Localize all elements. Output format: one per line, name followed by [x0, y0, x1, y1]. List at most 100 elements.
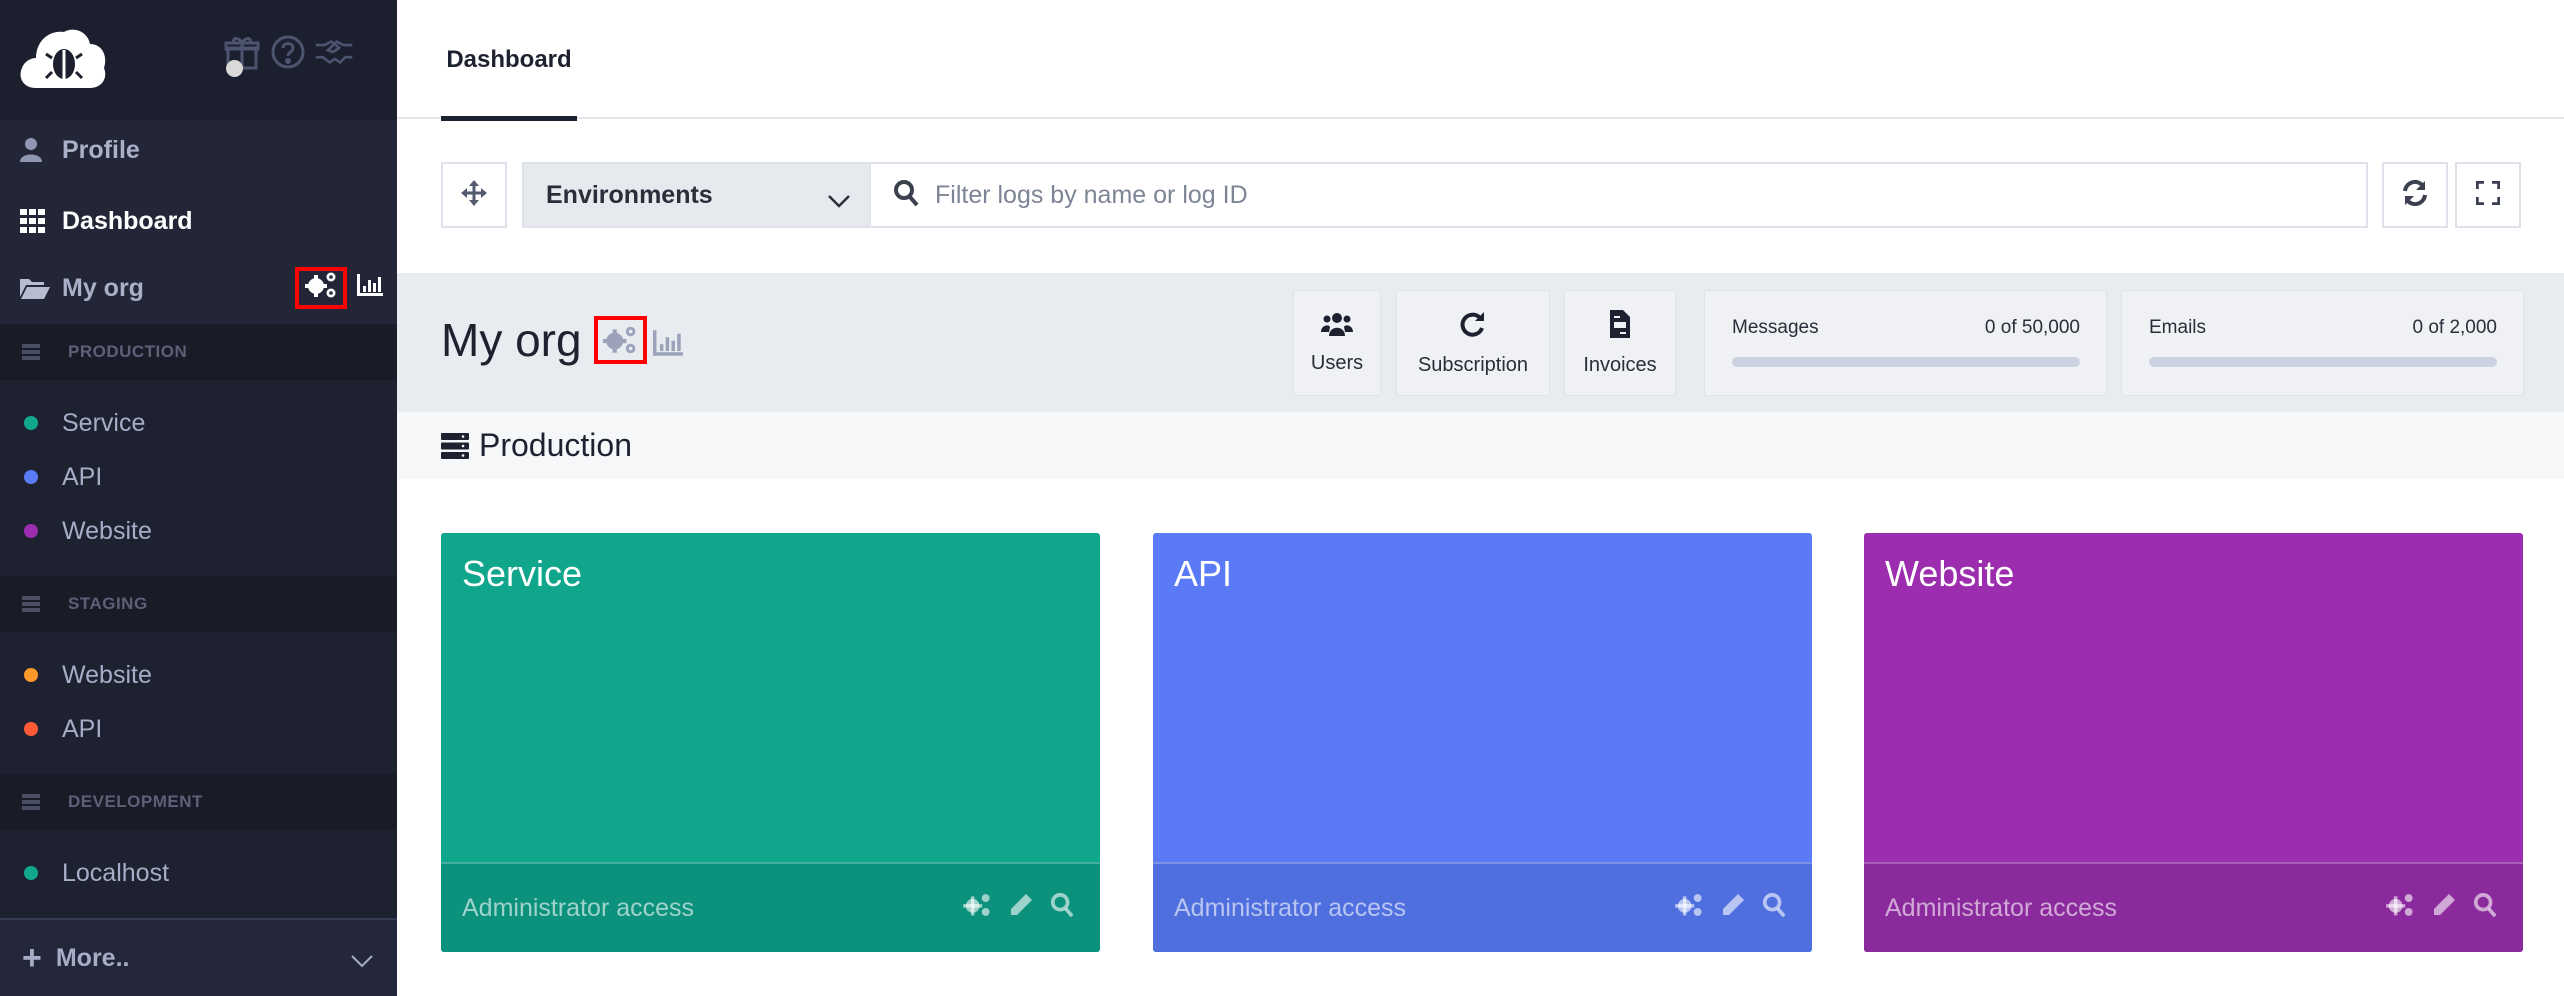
fullscreen-button[interactable] — [2455, 162, 2521, 228]
emails-usage: Emails 0 of 2,000 — [2121, 290, 2524, 396]
env-item[interactable]: API — [0, 704, 397, 754]
logo-icon[interactable] — [18, 24, 108, 90]
card-title: API — [1174, 553, 1233, 594]
sidebar-item-dashboard[interactable]: Dashboard — [0, 191, 397, 251]
env-item-label: Website — [62, 516, 152, 545]
env-item[interactable]: API — [0, 452, 397, 502]
org-settings-button[interactable] — [593, 313, 647, 367]
drag-handle-button[interactable] — [441, 162, 507, 228]
server-icon — [22, 794, 42, 810]
status-dot — [24, 416, 38, 430]
usage-progress-bar — [1732, 357, 2080, 367]
chevron-down-icon — [828, 186, 850, 215]
grid-icon — [20, 209, 50, 233]
access-label: Administrator access — [1885, 893, 2118, 922]
cogs-icon — [602, 313, 638, 367]
edit-icon[interactable] — [1720, 892, 1746, 918]
sidebar-nav: Profile Dashboard My org — [0, 120, 397, 324]
tab-bar: Dashboard — [397, 0, 2564, 121]
refresh-button[interactable] — [2382, 162, 2448, 228]
messages-usage: Messages 0 of 50,000 — [1704, 290, 2107, 396]
cogs-icon[interactable] — [2385, 892, 2415, 918]
usage-progress-bar — [2149, 357, 2497, 367]
subscription-label: Subscription — [1417, 353, 1529, 376]
card-footer: Administrator access — [1153, 862, 1812, 952]
usage-value: 0 of 2,000 — [2412, 317, 2497, 338]
env-group-title: DEVELOPMENT — [68, 792, 203, 811]
refresh-icon — [2401, 179, 2429, 212]
env-item[interactable]: Service — [0, 398, 397, 448]
cogs-icon[interactable] — [962, 892, 992, 918]
user-icon — [20, 138, 50, 162]
invoices-button[interactable]: Invoices — [1564, 290, 1676, 396]
subscription-button[interactable]: Subscription — [1396, 290, 1550, 396]
server-icon — [441, 432, 469, 459]
sidebar-item-profile[interactable]: Profile — [0, 120, 397, 180]
expand-icon — [2475, 179, 2501, 210]
env-item[interactable]: Website — [0, 650, 397, 700]
env-item-label: Service — [62, 408, 146, 437]
refresh-icon — [1460, 310, 1486, 344]
org-stats-button[interactable] — [652, 313, 683, 367]
status-dot — [24, 866, 38, 880]
sidebar-item-label: Dashboard — [62, 206, 193, 235]
more-label: More.. — [55, 943, 130, 972]
env-item[interactable]: Localhost — [0, 848, 397, 898]
chevron-down-icon — [351, 946, 373, 975]
card-title: Service — [462, 553, 583, 594]
more-button[interactable]: + More.. — [0, 918, 397, 996]
env-item-label: Localhost — [62, 858, 170, 887]
env-group-header-staging: STAGING — [0, 576, 397, 632]
sidebar-item-label: My org — [62, 273, 144, 302]
invoices-label: Invoices — [1583, 353, 1657, 376]
card-title: Website — [1885, 553, 2015, 594]
environments-dropdown[interactable]: Environments — [522, 162, 872, 228]
sidebar-item-label: Profile — [62, 135, 140, 164]
edit-icon[interactable] — [1008, 892, 1034, 918]
usage-label: Emails — [2149, 317, 2207, 338]
env-group-header-development: DEVELOPMENT — [0, 774, 397, 830]
access-label: Administrator access — [1174, 893, 1407, 922]
tab-dashboard[interactable]: Dashboard — [441, 0, 577, 121]
search-icon — [893, 179, 919, 212]
org-stats-button[interactable] — [357, 273, 383, 303]
main-content: Dashboard Environments Filter logs by na… — [397, 0, 2564, 996]
section-title: Production — [479, 427, 632, 463]
environment-card[interactable]: Service Administrator access — [441, 533, 1100, 952]
sidebar: Profile Dashboard My org PRODUCTION Serv… — [0, 0, 397, 996]
toolbar: Environments — [441, 162, 2521, 228]
search-icon[interactable] — [2473, 892, 2497, 918]
help-icon[interactable] — [268, 32, 308, 72]
env-group-header-production: PRODUCTION — [0, 324, 397, 380]
cogs-icon[interactable] — [1674, 892, 1704, 918]
users-icon — [1321, 312, 1353, 342]
edit-icon[interactable] — [2431, 892, 2457, 918]
search-icon[interactable] — [1050, 892, 1074, 918]
sidebar-header — [0, 0, 397, 120]
server-icon — [22, 344, 42, 360]
card-footer: Administrator access — [1864, 862, 2523, 952]
users-button[interactable]: Users — [1293, 290, 1381, 396]
status-dot — [24, 668, 38, 682]
environment-card[interactable]: API Administrator access — [1153, 533, 1812, 952]
env-item-label: Website — [62, 660, 152, 689]
environment-card[interactable]: Website Administrator access — [1864, 533, 2523, 952]
environments-dropdown-label: Environments — [546, 180, 713, 209]
card-footer: Administrator access — [441, 862, 1100, 952]
move-icon — [461, 179, 487, 211]
usage-value: 0 of 50,000 — [1984, 317, 2080, 338]
search-icon[interactable] — [1762, 892, 1786, 918]
section-header: Production — [397, 412, 2564, 479]
usage-label: Messages — [1732, 317, 1819, 338]
env-item[interactable]: Website — [0, 506, 397, 556]
page-title: My org — [441, 314, 582, 366]
sidebar-item-my-org[interactable]: My org — [0, 258, 397, 318]
search-input[interactable] — [935, 180, 2335, 210]
handshake-icon[interactable] — [314, 32, 354, 72]
access-label: Administrator access — [462, 893, 695, 922]
plus-icon: + — [22, 938, 42, 977]
status-dot — [24, 470, 38, 484]
server-icon — [22, 596, 42, 612]
env-item-label: API — [62, 714, 103, 743]
org-settings-button[interactable] — [295, 267, 347, 309]
